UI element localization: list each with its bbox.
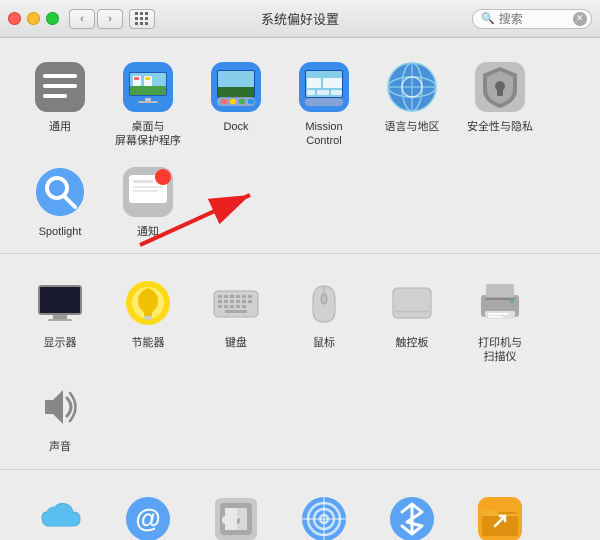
- pref-sharing[interactable]: 共享: [456, 482, 544, 540]
- title-bar: ‹ › 系统偏好设置 🔍 ✕: [0, 0, 600, 38]
- pref-security-label: 安全性与隐私: [467, 120, 533, 134]
- pref-sound[interactable]: 声音: [16, 370, 104, 460]
- pref-general[interactable]: 通用: [16, 50, 104, 155]
- pref-mouse[interactable]: 鼠标: [280, 266, 368, 371]
- pref-notification-label: 通知: [137, 225, 159, 239]
- search-clear-button[interactable]: ✕: [573, 12, 587, 26]
- pref-extensions[interactable]: 扩展: [192, 482, 280, 540]
- search-icon: 🔍: [481, 12, 495, 25]
- search-input[interactable]: [499, 12, 569, 26]
- search-box[interactable]: 🔍 ✕: [472, 9, 592, 29]
- pref-dock-label: Dock: [223, 120, 248, 134]
- pref-language[interactable]: 语言与地区: [368, 50, 456, 155]
- hardware-grid: 显示器 节能器: [16, 266, 584, 461]
- grid-view-button[interactable]: [129, 9, 155, 29]
- pref-bluetooth[interactable]: 蓝牙: [368, 482, 456, 540]
- pref-general-label: 通用: [49, 120, 71, 134]
- section-hardware: 显示器 节能器: [0, 253, 600, 469]
- pref-keyboard-label: 键盘: [225, 336, 247, 350]
- pref-language-label: 语言与地区: [385, 120, 440, 134]
- pref-network[interactable]: 网络: [280, 482, 368, 540]
- maximize-button[interactable]: [46, 12, 59, 25]
- minimize-button[interactable]: [27, 12, 40, 25]
- pref-icloud[interactable]: iCloud: [16, 482, 104, 540]
- svg-text:@: @: [135, 503, 160, 533]
- pref-spotlight-label: Spotlight: [39, 225, 82, 239]
- internet-grid: iCloud @ 互联网帐户: [16, 482, 584, 540]
- pref-printer-label: 打印机与扫描仪: [478, 336, 522, 365]
- pref-display[interactable]: 显示器: [16, 266, 104, 371]
- pref-desktop-label: 桌面与屏幕保护程序: [115, 120, 181, 149]
- pref-dock[interactable]: Dock: [192, 50, 280, 155]
- pref-mouse-label: 鼠标: [313, 336, 335, 350]
- pref-energy-label: 节能器: [132, 336, 165, 350]
- pref-spotlight[interactable]: Spotlight: [16, 155, 104, 245]
- nav-buttons: ‹ ›: [69, 9, 123, 29]
- forward-button[interactable]: ›: [97, 9, 123, 29]
- pref-desktop[interactable]: 桌面与屏幕保护程序: [104, 50, 192, 155]
- traffic-lights: [8, 12, 59, 25]
- close-button[interactable]: [8, 12, 21, 25]
- personal-grid: 通用: [16, 50, 584, 245]
- pref-printer[interactable]: 打印机与扫描仪: [456, 266, 544, 371]
- pref-display-label: 显示器: [44, 336, 77, 350]
- pref-trackpad[interactable]: 触控板: [368, 266, 456, 371]
- back-button[interactable]: ‹: [69, 9, 95, 29]
- pref-security[interactable]: 安全性与隐私: [456, 50, 544, 155]
- pref-internet[interactable]: @ 互联网帐户: [104, 482, 192, 540]
- pref-keyboard[interactable]: 键盘: [192, 266, 280, 371]
- pref-mission-label: MissionControl: [305, 120, 342, 149]
- section-personal: 通用: [0, 38, 600, 253]
- pref-sound-label: 声音: [49, 440, 71, 454]
- pref-trackpad-label: 触控板: [396, 336, 429, 350]
- pref-energy[interactable]: 节能器: [104, 266, 192, 371]
- section-internet: iCloud @ 互联网帐户: [0, 469, 600, 540]
- window-title: 系统偏好设置: [261, 9, 339, 28]
- content-area: 通用: [0, 38, 600, 540]
- pref-mission[interactable]: MissionControl: [280, 50, 368, 155]
- pref-notification[interactable]: 通知: [104, 155, 192, 245]
